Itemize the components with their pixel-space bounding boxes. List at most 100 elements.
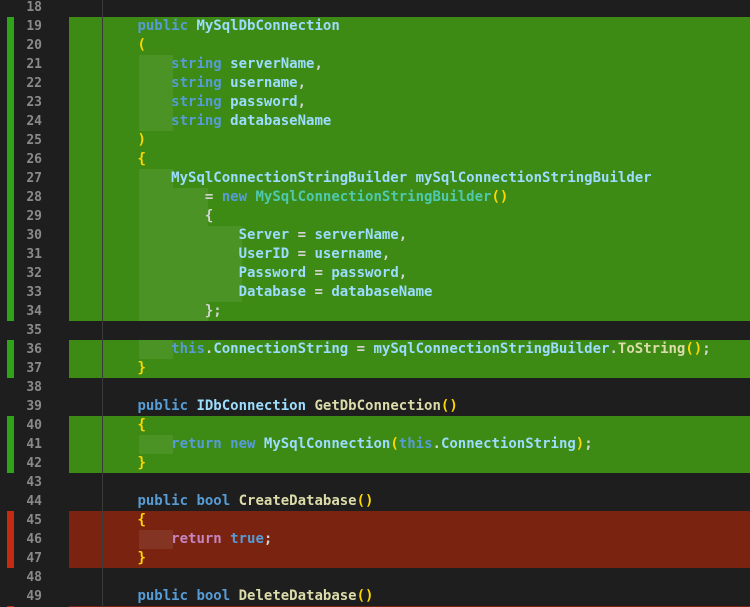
code-text[interactable]: UserID = username, (70, 245, 391, 264)
code-token: new (221, 189, 248, 205)
code-text[interactable]: string serverName, (70, 55, 323, 74)
diff-added-highlight (69, 416, 750, 435)
code-line[interactable]: 21 string serverName, (0, 55, 750, 74)
code-text[interactable]: public bool DeleteDatabase() (70, 587, 373, 606)
code-line[interactable]: 23 string password, (0, 93, 750, 112)
code-line[interactable]: 48 (0, 568, 750, 587)
gutter-added-marker (7, 416, 14, 435)
code-token: { (204, 208, 214, 224)
code-line[interactable]: 34 }; (0, 302, 750, 321)
code-text[interactable]: { (70, 416, 145, 435)
code-line[interactable]: 29 { (0, 207, 750, 226)
code-line[interactable]: 35 (0, 321, 750, 340)
code-line[interactable]: 20 ( (0, 36, 750, 55)
gutter-added-marker (7, 454, 14, 473)
code-token: ( (390, 436, 399, 452)
code-text[interactable]: ( (70, 36, 145, 55)
code-text[interactable]: string databaseName (70, 112, 331, 131)
code-text[interactable]: public IDbConnection GetDbConnection() (70, 397, 457, 416)
code-text[interactable]: return new MySqlConnection(this.Connecti… (70, 435, 593, 454)
code-text[interactable]: Database = databaseName (70, 283, 433, 302)
code-line[interactable]: 32 Password = password, (0, 264, 750, 283)
code-text[interactable]: ) (70, 131, 145, 150)
code-text[interactable]: public MySqlDbConnection (70, 17, 339, 36)
gutter-added-marker (7, 188, 14, 207)
code-text[interactable]: return true; (70, 530, 272, 549)
code-token: , (297, 94, 307, 110)
code-text[interactable]: { (70, 150, 145, 169)
code-line[interactable]: 36 this. ConnectionString = mySqlConnecti… (0, 340, 750, 359)
code-token: } (137, 455, 146, 471)
line-number: 33 (26, 285, 42, 300)
code-line[interactable]: 49 public bool DeleteDatabase() (0, 587, 750, 606)
code-text[interactable]: } (70, 549, 145, 568)
code-line[interactable]: 39 public IDbConnection GetDbConnection(… (0, 397, 750, 416)
code-line[interactable]: 38 (0, 378, 750, 397)
code-token: this (171, 341, 205, 357)
code-text[interactable]: } (70, 359, 145, 378)
code-line[interactable]: 44 public bool CreateDatabase() (0, 492, 750, 511)
code-token: Server (238, 227, 290, 243)
code-line[interactable]: 25 ) (0, 131, 750, 150)
line-number: 36 (26, 342, 42, 357)
gutter-added-marker (7, 207, 14, 226)
code-text[interactable]: Password = password, (70, 264, 408, 283)
code-line[interactable]: 40 { (0, 416, 750, 435)
code-text[interactable]: this. ConnectionString = mySqlConnectionS… (70, 340, 711, 359)
code-line[interactable]: 22 string username, (0, 74, 750, 93)
code-line[interactable]: 37 } (0, 359, 750, 378)
code-text[interactable]: Server = serverName, (70, 226, 408, 245)
code-token: string (171, 56, 222, 72)
code-line[interactable]: 33 Database = databaseName (0, 283, 750, 302)
diff-added-highlight (69, 150, 750, 169)
indent-guide (102, 568, 103, 587)
code-token: MySqlConnection (263, 436, 391, 452)
line-number: 29 (26, 209, 42, 224)
diff-added-highlight (69, 454, 750, 473)
gutter-added-marker (7, 283, 14, 302)
code-text[interactable]: } (70, 454, 146, 473)
code-text[interactable]: string password, (70, 93, 306, 112)
gutter-added-marker (7, 302, 14, 321)
code-text[interactable]: { (70, 207, 213, 226)
code-line[interactable]: 28 = new MySqlConnectionStringBuilder() (0, 188, 750, 207)
code-token: ; (263, 531, 273, 547)
code-line[interactable]: 19 public MySqlDbConnection (0, 17, 750, 36)
code-token: Database (238, 284, 307, 300)
code-text[interactable]: }; (70, 302, 222, 321)
code-editor[interactable]: 18 19 public MySqlDbConnection 20 (21 stri… (0, 0, 750, 607)
code-line[interactable]: 31 UserID = username, (0, 245, 750, 264)
code-token: CreateDatabase (238, 493, 357, 509)
code-token: = (348, 341, 374, 357)
code-token: , (398, 265, 408, 281)
code-line[interactable]: 41 return new MySqlConnection(this.Conne… (0, 435, 750, 454)
code-text[interactable]: MySqlConnectionStringBuilder mySqlConnec… (70, 169, 651, 188)
code-line[interactable]: 30 Server = serverName, (0, 226, 750, 245)
code-line[interactable]: 42 } (0, 454, 750, 473)
code-line[interactable]: 18 (0, 0, 750, 17)
indent-guide (102, 0, 103, 17)
code-line[interactable]: 43 (0, 473, 750, 492)
code-line[interactable]: 26 { (0, 150, 750, 169)
code-token: serverName (314, 227, 399, 243)
line-number: 35 (26, 323, 42, 338)
line-number: 19 (26, 19, 42, 34)
code-text[interactable]: { (70, 511, 145, 530)
code-line[interactable]: 47 } (0, 549, 750, 568)
code-line[interactable]: 45 { (0, 511, 750, 530)
code-text[interactable]: = new MySqlConnectionStringBuilder() (70, 188, 508, 207)
code-token: password (331, 265, 399, 281)
gutter-added-marker (7, 226, 14, 245)
code-text[interactable]: public bool CreateDatabase() (70, 492, 373, 511)
code-line[interactable]: 24 string databaseName (0, 112, 750, 131)
code-text[interactable]: string username, (70, 74, 306, 93)
code-line[interactable]: 27 MySqlConnectionStringBuilder mySqlCon… (0, 169, 750, 188)
code-line[interactable]: 46 return true; (0, 530, 750, 549)
code-token: GetDbConnection (314, 398, 441, 414)
